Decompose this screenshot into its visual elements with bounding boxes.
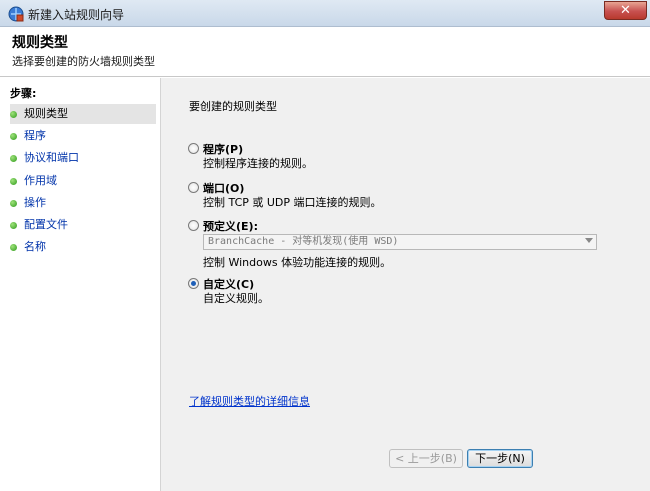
- step-scope[interactable]: 作用域: [10, 171, 156, 191]
- window-titlebar: 新建入站规则向导 ✕: [0, 0, 650, 27]
- radio-custom[interactable]: [188, 278, 199, 289]
- step-label: 协议和端口: [24, 151, 79, 164]
- option-predefined-label[interactable]: 预定义(E):: [203, 218, 258, 234]
- steps-pane: 步骤: 规则类型 程序 协议和端口 作用域 操作 配置文件 名称: [0, 78, 160, 491]
- predefined-rule-select[interactable]: BranchCache - 对等机发现(使用 WSD): [203, 234, 597, 250]
- step-protocol-port[interactable]: 协议和端口: [10, 148, 156, 168]
- learn-more-link[interactable]: 了解规则类型的详细信息: [189, 393, 310, 409]
- close-button[interactable]: ✕: [604, 1, 647, 20]
- option-port-description: 控制 TCP 或 UDP 端口连接的规则。: [203, 196, 382, 209]
- step-bullet-icon: [10, 155, 17, 162]
- page-subtitle: 选择要创建的防火墙规则类型: [12, 55, 155, 68]
- wizard-header: 规则类型 选择要创建的防火墙规则类型: [0, 27, 650, 77]
- close-icon: ✕: [620, 3, 631, 18]
- step-bullet-icon: [10, 200, 17, 207]
- radio-port[interactable]: [188, 182, 199, 193]
- step-name[interactable]: 名称: [10, 237, 156, 257]
- step-label: 配置文件: [24, 218, 68, 231]
- step-label: 规则类型: [24, 107, 68, 120]
- step-bullet-icon: [10, 178, 17, 185]
- step-program[interactable]: 程序: [10, 126, 156, 146]
- predefined-rule-value: BranchCache - 对等机发现(使用 WSD): [208, 236, 399, 247]
- section-title: 要创建的规则类型: [189, 100, 277, 113]
- firewall-wizard-icon: [8, 6, 24, 22]
- next-button[interactable]: 下一步(N): [467, 449, 533, 468]
- chevron-down-icon: [585, 238, 593, 243]
- option-program-description: 控制程序连接的规则。: [203, 157, 313, 170]
- steps-label: 步骤:: [10, 87, 37, 100]
- back-button[interactable]: < 上一步(B): [389, 449, 463, 468]
- option-custom-description: 自定义规则。: [203, 292, 269, 305]
- step-profile[interactable]: 配置文件: [10, 215, 156, 235]
- step-bullet-icon: [10, 244, 17, 251]
- step-label: 程序: [24, 129, 46, 142]
- step-rule-type[interactable]: 规则类型: [10, 104, 156, 124]
- step-action[interactable]: 操作: [10, 193, 156, 213]
- content-pane: 要创建的规则类型 程序(P) 控制程序连接的规则。 端口(O) 控制 TCP 或…: [160, 78, 650, 491]
- step-label: 作用域: [24, 174, 57, 187]
- step-label: 名称: [24, 240, 46, 253]
- step-bullet-icon: [10, 133, 17, 140]
- step-bullet-icon: [10, 222, 17, 229]
- radio-predefined[interactable]: [188, 220, 199, 231]
- window-title: 新建入站规则向导: [28, 8, 125, 22]
- step-label: 操作: [24, 196, 46, 209]
- option-predefined-description: 控制 Windows 体验功能连接的规则。: [203, 256, 392, 269]
- step-bullet-icon: [10, 111, 17, 118]
- radio-program[interactable]: [188, 143, 199, 154]
- page-title: 规则类型: [12, 35, 68, 51]
